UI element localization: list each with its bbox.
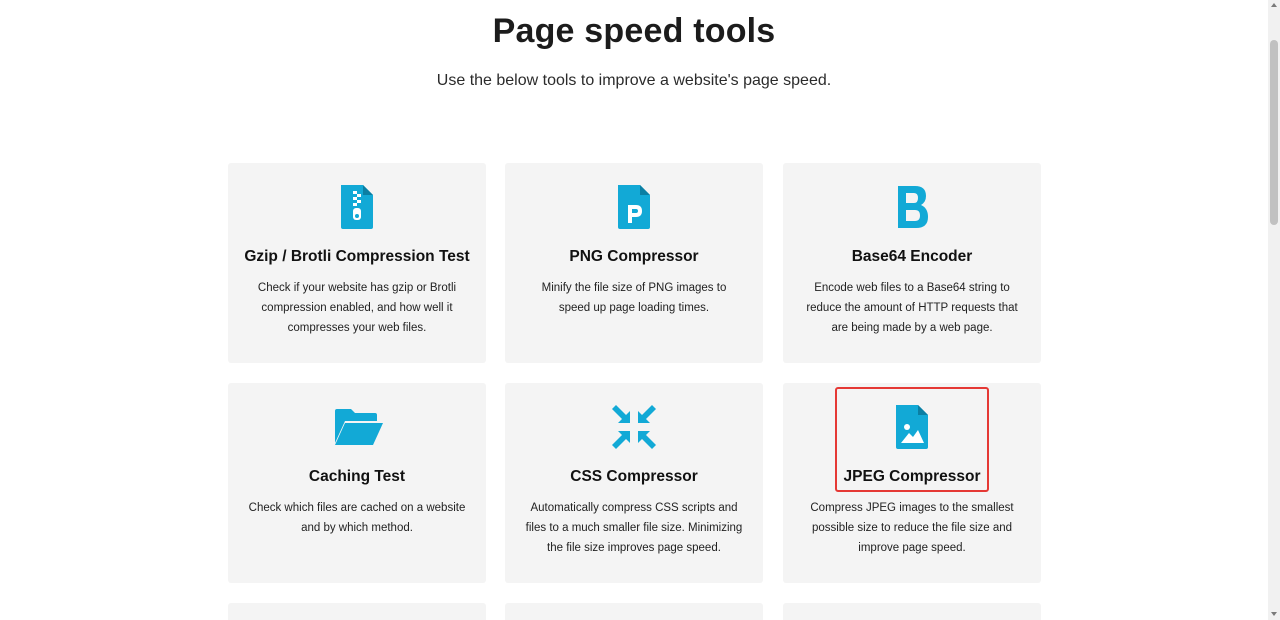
tool-description: Automatically compress CSS scripts and f… (525, 502, 743, 554)
folder-open-icon (335, 409, 383, 445)
tool-card-partial[interactable] (228, 603, 486, 620)
page-title: Page speed tools (492, 12, 776, 50)
tool-description: Minify the file size of PNG images to sp… (541, 282, 727, 314)
tool-card-partial[interactable] (505, 603, 763, 620)
tool-title: Caching Test (308, 468, 406, 485)
tool-title: JPEG Compressor (843, 468, 981, 485)
image-file-icon (896, 405, 928, 449)
zip-file-icon (341, 185, 373, 229)
scrollbar-thumb[interactable] (1270, 40, 1278, 225)
tool-card-base64-encoder[interactable]: Base64 Encoder Encode web files to a Bas… (783, 163, 1041, 363)
png-file-icon (618, 185, 650, 229)
scroll-up-icon[interactable] (1271, 3, 1277, 7)
scroll-down-icon[interactable] (1271, 612, 1277, 616)
letter-b-icon (898, 186, 928, 228)
tool-description: Check if your website has gzip or Brotli… (257, 282, 457, 334)
tool-title: Base64 Encoder (851, 248, 973, 265)
tool-description: Compress JPEG images to the smallest pos… (810, 502, 1014, 554)
tool-card-partial[interactable] (783, 603, 1041, 620)
tool-card-css-compressor[interactable]: CSS Compressor Automatically compress CS… (505, 383, 763, 583)
tool-card-jpeg-compressor[interactable]: JPEG Compressor Compress JPEG images to … (783, 383, 1041, 583)
tool-card-gzip-brotli[interactable]: Gzip / Brotli Compression Test Check if … (228, 163, 486, 363)
page-subtitle: Use the below tools to improve a website… (436, 72, 832, 89)
tool-card-caching-test[interactable]: Caching Test Check which files are cache… (228, 383, 486, 583)
tool-description: Encode web files to a Base64 string to r… (806, 282, 1018, 334)
tool-title: CSS Compressor (570, 468, 698, 485)
tool-card-png-compressor[interactable]: PNG Compressor Minify the file size of P… (505, 163, 763, 363)
tool-description: Check which files are cached on a websit… (248, 502, 466, 534)
tool-title: Gzip / Brotli Compression Test (244, 248, 470, 265)
vertical-scrollbar[interactable] (1268, 0, 1280, 620)
page: Page speed tools Use the below tools to … (0, 0, 1280, 620)
compress-arrows-icon (612, 405, 656, 449)
tool-title: PNG Compressor (569, 248, 699, 265)
